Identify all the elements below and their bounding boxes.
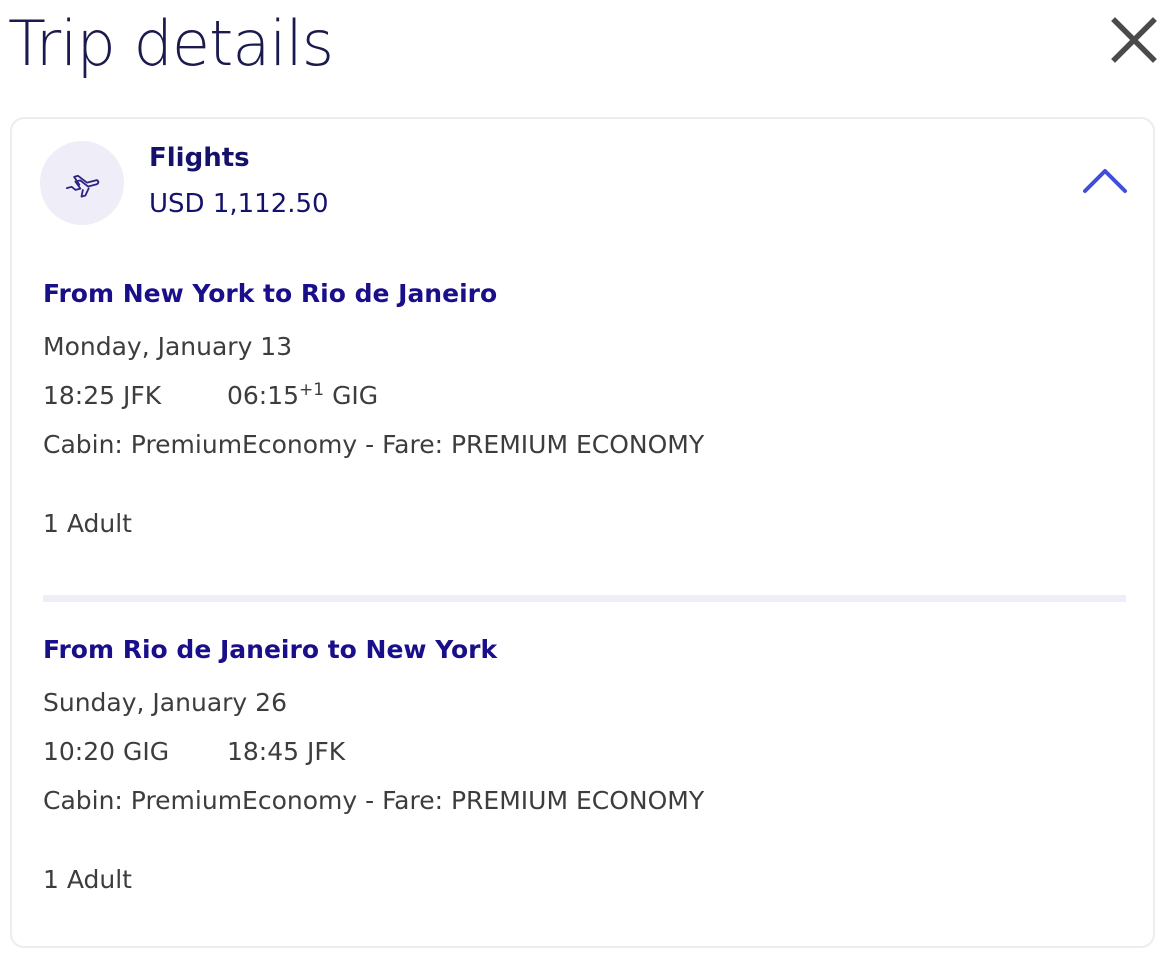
page-title: Trip details <box>8 7 334 80</box>
arrival-time-value: 06:15 <box>227 381 300 410</box>
arrival-day-offset: +1 <box>299 380 325 400</box>
passenger-count: 1 Adult <box>43 509 132 538</box>
departure-time: 18:25 JFK <box>43 381 162 410</box>
arrival-time: 18:45 JFK <box>227 737 346 766</box>
cabin-fare: Cabin: PremiumEconomy - Fare: PREMIUM EC… <box>43 430 705 459</box>
departure-time: 10:20 GIG <box>43 737 170 766</box>
arrival-airport: GIG <box>332 381 379 410</box>
flights-card-header[interactable]: Flights USD 1,112.50 <box>12 119 1153 249</box>
leg-date: Sunday, January 26 <box>43 688 287 717</box>
leg-date: Monday, January 13 <box>43 332 293 361</box>
leg-divider <box>43 595 1126 602</box>
close-button[interactable] <box>1104 10 1164 70</box>
airplane-icon <box>65 174 100 198</box>
passenger-count: 1 Adult <box>43 865 132 894</box>
flight-avatar <box>40 141 124 225</box>
product-price: USD 1,112.50 <box>149 189 329 219</box>
chevron-up-icon[interactable] <box>1082 165 1128 195</box>
arrival-time: 06:15+1 GIG <box>227 379 378 413</box>
leg-title: From Rio de Janeiro to New York <box>43 635 498 664</box>
product-name: Flights <box>149 143 250 173</box>
cabin-fare: Cabin: PremiumEconomy - Fare: PREMIUM EC… <box>43 786 705 815</box>
flights-card: Flights USD 1,112.50 From New York to Ri… <box>10 117 1155 948</box>
leg-title: From New York to Rio de Janeiro <box>43 279 498 308</box>
close-icon <box>1111 17 1157 63</box>
